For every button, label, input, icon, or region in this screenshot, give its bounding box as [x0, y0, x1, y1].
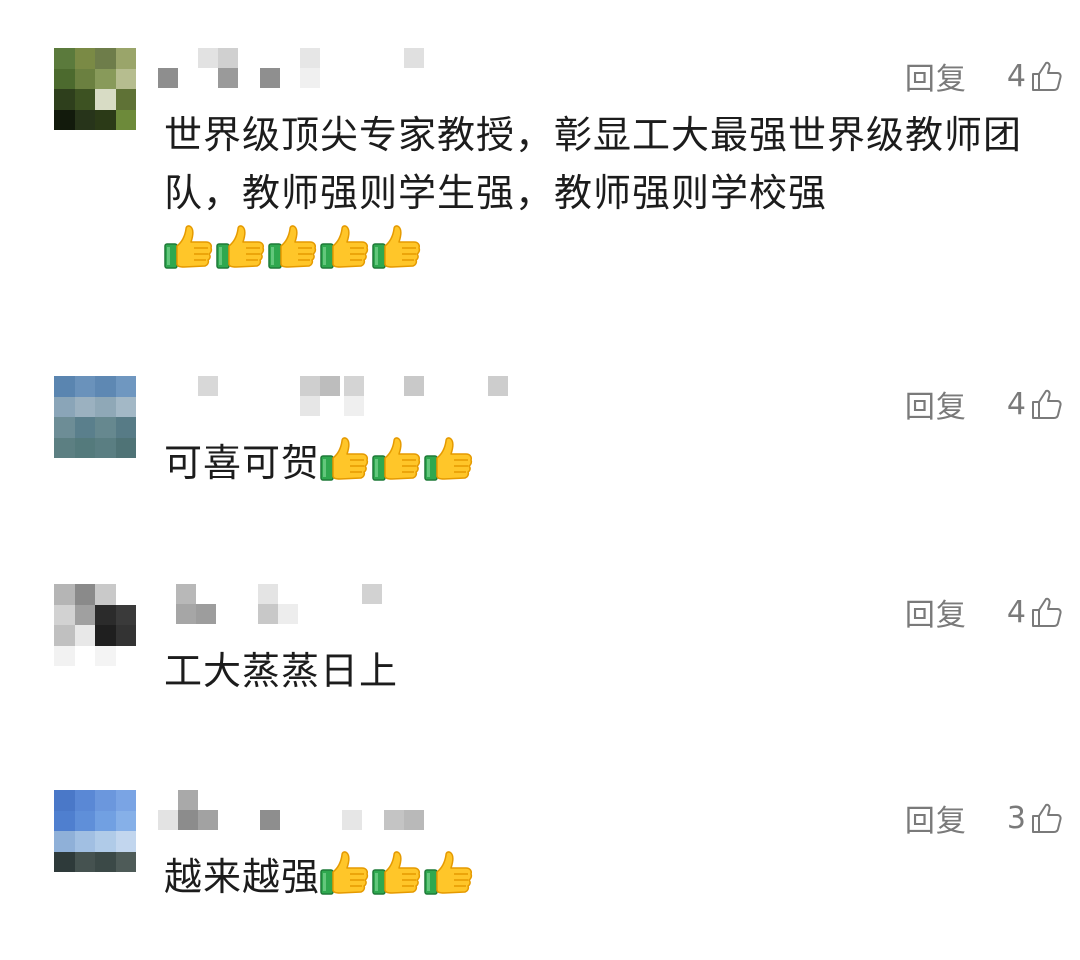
- like-count: 4: [1006, 386, 1026, 422]
- comment-item: 回复 3 越来越强: [0, 790, 1080, 920]
- thumbs-up-emoji: [372, 850, 422, 896]
- comment-actions: 回复 3: [905, 796, 1064, 840]
- thumbs-up-icon[interactable]: [1030, 387, 1064, 421]
- comment-item: 回复 4 工大蒸蒸日上: [0, 584, 1080, 714]
- like-count: 4: [1006, 594, 1026, 630]
- thumbs-up-emoji: [424, 850, 474, 896]
- comment-text: 世界级顶尖专家教授，彰显工大最强世界级教师团队，教师强则学生强，教师强则学校强: [164, 106, 1054, 280]
- emoji-row: [320, 851, 476, 899]
- comment-actions: 回复 4: [905, 54, 1064, 98]
- comment-item: 回复 4 可喜可贺: [0, 376, 1080, 516]
- reply-button[interactable]: 回复: [905, 382, 967, 426]
- thumbs-up-emoji: [164, 224, 214, 270]
- emoji-row: [320, 437, 476, 485]
- blurred-username[interactable]: [158, 790, 458, 836]
- like-count: 3: [1006, 800, 1026, 836]
- thumbs-up-emoji: [320, 436, 370, 482]
- thumbs-up-emoji: [372, 436, 422, 482]
- comment-actions: 回复 4: [905, 382, 1064, 426]
- comment-body: 世界级顶尖专家教授，彰显工大最强世界级教师团队，教师强则学生强，教师强则学校强: [164, 113, 1023, 215]
- comment-actions: 回复 4: [905, 590, 1064, 634]
- blurred-username[interactable]: [158, 48, 458, 94]
- thumbs-up-emoji: [424, 436, 474, 482]
- comment-item: 回复 4 世界级顶尖专家教授，彰显工大最强世界级教师团队，教师强则学生强，教师强…: [0, 48, 1080, 308]
- comment-body: 可喜可贺: [164, 441, 321, 485]
- comment-text: 工大蒸蒸日上: [164, 642, 1054, 700]
- thumbs-up-emoji: [372, 224, 422, 270]
- thumbs-up-icon[interactable]: [1030, 801, 1064, 835]
- avatar[interactable]: [54, 790, 136, 872]
- avatar[interactable]: [54, 584, 136, 666]
- thumbs-up-emoji: [320, 850, 370, 896]
- avatar[interactable]: [54, 48, 136, 130]
- comment-body: 工大蒸蒸日上: [164, 649, 399, 693]
- blurred-username[interactable]: [158, 584, 458, 630]
- avatar[interactable]: [54, 376, 136, 458]
- comment-text: 可喜可贺: [164, 434, 1054, 492]
- thumbs-up-emoji: [320, 224, 370, 270]
- thumbs-up-emoji: [216, 224, 266, 270]
- reply-button[interactable]: 回复: [905, 796, 967, 840]
- reply-button[interactable]: 回复: [905, 590, 967, 634]
- thumbs-up-emoji: [268, 224, 318, 270]
- reply-button[interactable]: 回复: [905, 54, 967, 98]
- thumbs-up-icon[interactable]: [1030, 59, 1064, 93]
- comment-text: 越来越强: [164, 848, 1054, 906]
- thumbs-up-icon[interactable]: [1030, 595, 1064, 629]
- like-count: 4: [1006, 58, 1026, 94]
- comment-body: 越来越强: [164, 855, 321, 899]
- emoji-row: [164, 225, 424, 273]
- blurred-username[interactable]: [158, 376, 508, 422]
